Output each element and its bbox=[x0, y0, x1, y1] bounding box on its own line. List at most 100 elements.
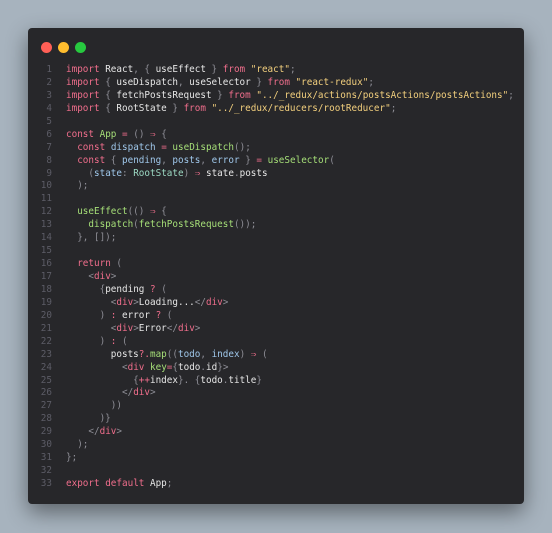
code-token: div bbox=[94, 271, 111, 282]
code-token: const bbox=[66, 128, 94, 140]
code-token: ); bbox=[66, 180, 89, 192]
code-token: ; bbox=[390, 102, 397, 114]
code-line: 10 ); bbox=[28, 180, 524, 193]
code-token: > bbox=[194, 322, 201, 334]
code-line: 17 <div> bbox=[28, 271, 524, 284]
code-token: } bbox=[205, 64, 223, 75]
code-token: , bbox=[161, 154, 173, 166]
line-number: 12 bbox=[40, 206, 52, 218]
line-source: <div> bbox=[66, 271, 116, 284]
code-editor: 1 import React, { useEffect } from "react… bbox=[28, 64, 524, 491]
code-token: ( bbox=[161, 309, 173, 321]
code-token: React bbox=[99, 64, 134, 75]
code-token: ( bbox=[329, 154, 335, 166]
code-token: import bbox=[66, 89, 100, 101]
code-token: useSelector bbox=[189, 76, 251, 88]
code-token: useEffect bbox=[155, 64, 206, 75]
code-line: 24 <div key={todo.id}> bbox=[28, 362, 524, 375]
code-token: default bbox=[105, 478, 145, 489]
code-line: 4 import { RootState } from "../_redux/re… bbox=[28, 103, 524, 116]
code-line: 33 export default App; bbox=[28, 478, 524, 491]
code-token: ()); bbox=[233, 219, 257, 231]
code-line: 20 ) : error ? ( bbox=[28, 310, 524, 323]
code-token: todo bbox=[177, 348, 201, 360]
minimize-dot-icon[interactable] bbox=[58, 42, 69, 53]
code-token: index bbox=[211, 348, 240, 360]
line-source: import React, { useEffect } from "react"… bbox=[66, 64, 296, 77]
code-token: : bbox=[122, 167, 134, 179]
code-token: (( bbox=[166, 348, 178, 360]
code-token: ( bbox=[116, 335, 128, 347]
close-dot-icon[interactable] bbox=[41, 42, 52, 53]
line-source: (state: RootState) ⇒ state.posts bbox=[66, 167, 267, 181]
line-source: ); bbox=[66, 439, 88, 452]
line-source: ) : ( bbox=[66, 336, 128, 349]
code-token: </ bbox=[121, 387, 134, 399]
code-token: import bbox=[66, 64, 100, 75]
line-number: 32 bbox=[40, 465, 52, 477]
code-token: ++ bbox=[138, 374, 150, 386]
line-number: 14 bbox=[40, 232, 52, 244]
code-token: div bbox=[205, 296, 223, 308]
line-source: posts?.map((todo, index) ⇒ ( bbox=[66, 349, 268, 362]
code-token: { bbox=[105, 154, 122, 166]
code-line: 30 ); bbox=[28, 439, 524, 452]
line-source: export default App; bbox=[66, 478, 172, 491]
code-token: }; bbox=[66, 452, 78, 464]
code-token: </ bbox=[194, 296, 206, 308]
code-line: 3 import { fetchPostsRequest } from "../_… bbox=[28, 90, 524, 103]
code-token: from bbox=[222, 64, 246, 75]
code-line: 5 bbox=[28, 116, 524, 129]
line-number: 22 bbox=[40, 335, 52, 347]
line-source: }; bbox=[66, 452, 77, 465]
code-token: from bbox=[183, 102, 206, 114]
code-token: return bbox=[77, 258, 111, 270]
code-token: const bbox=[77, 154, 106, 166]
code-window: 1 import React, { useEffect } from "react… bbox=[28, 28, 524, 504]
code-line: 26 </div> bbox=[28, 387, 524, 400]
maximize-dot-icon[interactable] bbox=[75, 42, 86, 53]
code-token: , bbox=[177, 76, 190, 88]
code-token: }> bbox=[217, 361, 229, 373]
code-line: 15 bbox=[28, 245, 524, 258]
line-source: </div> bbox=[66, 387, 156, 400]
line-number: 17 bbox=[40, 271, 52, 282]
code-token: > bbox=[149, 387, 156, 399]
line-source: ); bbox=[66, 180, 88, 193]
code-line: 1 import React, { useEffect } from "react… bbox=[28, 64, 524, 77]
line-source: <div>Error</div> bbox=[66, 322, 201, 336]
code-token: }. { bbox=[177, 374, 201, 386]
line-number: 23 bbox=[40, 348, 52, 360]
code-token: , bbox=[200, 348, 212, 360]
code-token: } bbox=[250, 76, 268, 88]
code-token: ) bbox=[239, 348, 251, 360]
code-token: ?. bbox=[138, 348, 150, 360]
code-token: ; bbox=[368, 76, 374, 88]
line-number: 19 bbox=[40, 296, 52, 308]
code-token: from bbox=[267, 76, 290, 88]
code-token: "../_redux/reducers/rootReducer" bbox=[211, 102, 391, 114]
code-token: import bbox=[66, 102, 100, 114]
code-token: RootState bbox=[116, 102, 167, 114]
line-source: import { useDispatch, useSelector } from… bbox=[66, 77, 374, 90]
code-line: 28 )} bbox=[28, 413, 524, 426]
code-token: title bbox=[228, 374, 257, 386]
code-token: } bbox=[211, 89, 229, 101]
code-token: posts bbox=[172, 154, 201, 166]
code-token: )) bbox=[66, 400, 122, 412]
code-token: state bbox=[200, 167, 234, 179]
code-line: 31}; bbox=[28, 452, 524, 465]
line-number: 15 bbox=[40, 245, 52, 257]
line-source: const dispatch = useDispatch(); bbox=[66, 142, 251, 155]
code-token: (); bbox=[234, 141, 251, 153]
code-token: (() bbox=[127, 206, 150, 218]
code-token: import bbox=[66, 76, 100, 88]
code-token: useDispatch bbox=[116, 76, 178, 88]
code-token: RootState bbox=[133, 167, 184, 179]
line-source: const App = () ⇒ { bbox=[66, 129, 167, 142]
line-source: }, []); bbox=[66, 232, 116, 245]
